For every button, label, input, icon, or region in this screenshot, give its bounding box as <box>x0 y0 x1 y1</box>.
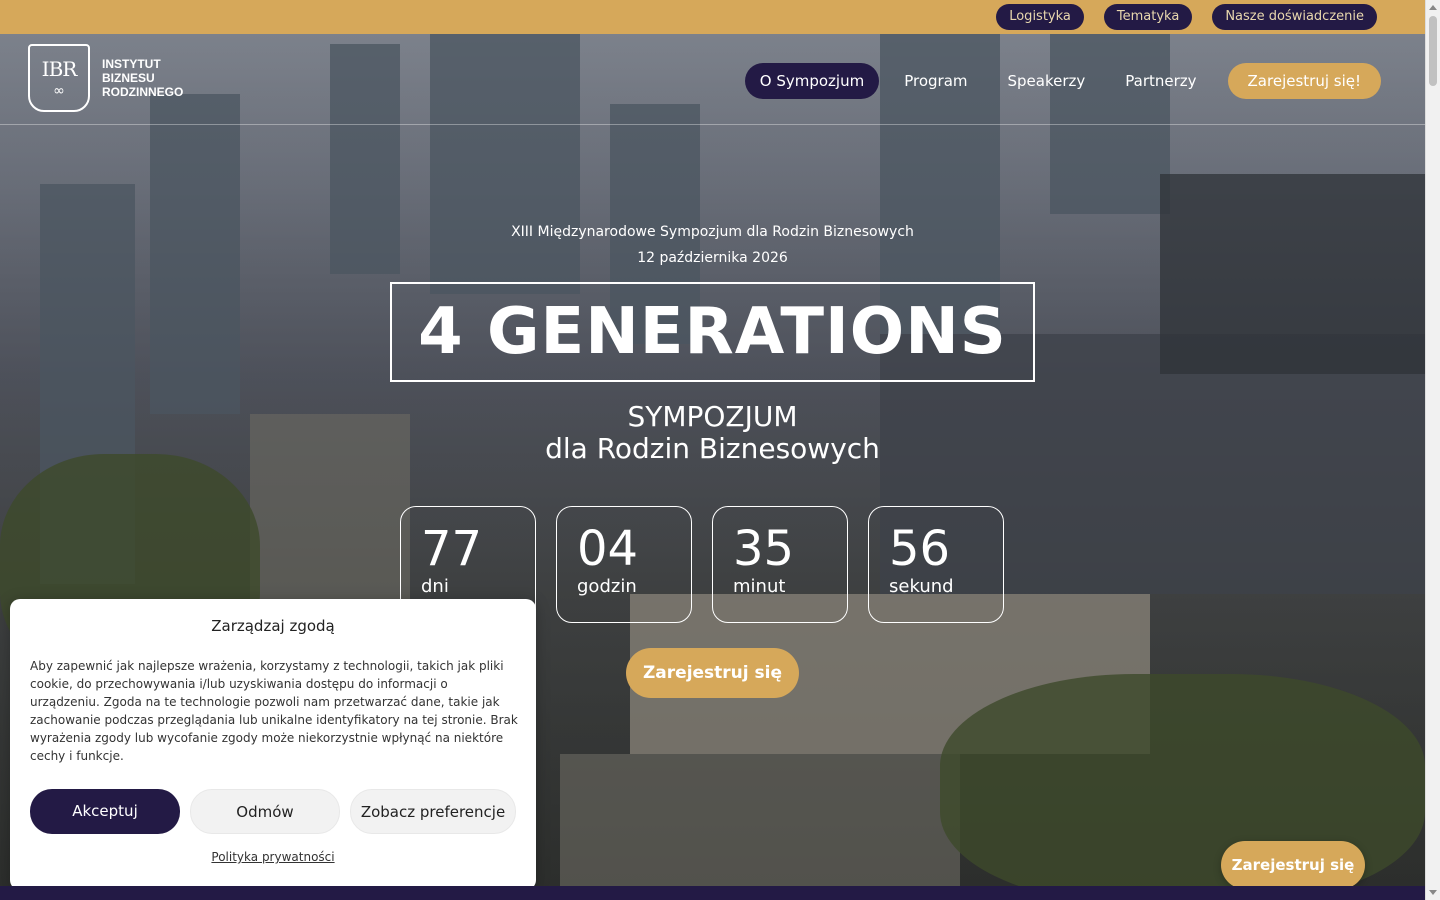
next-section-edge <box>0 886 1425 900</box>
countdown-hours: 04 godzin <box>556 506 692 623</box>
scroll-down-icon[interactable] <box>1429 890 1437 895</box>
countdown-label: minut <box>733 576 786 597</box>
accept-button[interactable]: Akceptuj <box>30 789 180 834</box>
logo-monogram: IBR <box>41 57 78 81</box>
cookie-consent-dialog: Zarządzaj zgodą Aby zapewnić jak najleps… <box>10 599 536 890</box>
shield-logo-icon: IBR ∞ <box>28 44 90 112</box>
nav-item-o-sympozjum[interactable]: O Sympozjum <box>744 63 880 99</box>
hero-line-2: dla Rodzin Biznesowych <box>545 432 880 465</box>
countdown-minutes: 35 minut <box>712 506 848 623</box>
background-building <box>1160 174 1425 374</box>
nav-item-partnerzy[interactable]: Partnerzy <box>1110 63 1211 99</box>
hero-register-button[interactable]: Zarejestruj się <box>626 648 799 698</box>
hero-title: 4 GENERATIONS <box>418 295 1007 369</box>
infinity-icon: ∞ <box>53 83 65 99</box>
background-road <box>560 754 960 886</box>
scroll-up-icon[interactable] <box>1429 5 1437 10</box>
top-utility-bar: Logistyka Tematyka Nasze doświadczenie <box>0 0 1425 34</box>
countdown-value: 56 <box>889 521 951 577</box>
nav-register-button[interactable]: Zarejestruj się! <box>1227 63 1381 99</box>
countdown-value: 77 <box>421 521 483 577</box>
countdown-value: 35 <box>733 521 795 577</box>
nav-item-program[interactable]: Program <box>889 63 982 99</box>
privacy-policy-link[interactable]: Polityka prywatności <box>30 850 516 864</box>
countdown-seconds: 56 sekund <box>868 506 1004 623</box>
hero-line-1: SYMPOZJUM <box>627 400 798 433</box>
page-scrollbar[interactable] <box>1425 0 1440 900</box>
hero-date: 12 października 2026 <box>637 250 788 266</box>
hero-subtitle: XIII Międzynarodowe Sympozjum dla Rodzin… <box>511 224 914 240</box>
logo-line-3: RODZINNEGO <box>102 85 184 99</box>
logo-text: INSTYTUT BIZNESU RODZINNEGO <box>102 57 183 99</box>
countdown-label: godzin <box>577 576 637 597</box>
logo[interactable]: IBR ∞ INSTYTUT BIZNESU RODZINNEGO <box>28 44 183 112</box>
deny-button[interactable]: Odmów <box>190 789 340 834</box>
consent-title: Zarządzaj zgodą <box>211 617 335 635</box>
countdown-label: dni <box>421 576 449 597</box>
consent-text: Aby zapewnić jak najlepsze wrażenia, kor… <box>30 659 518 763</box>
top-link-tematyka[interactable]: Tematyka <box>1103 4 1193 30</box>
countdown-label: sekund <box>889 576 954 597</box>
nav-item-speakerzy[interactable]: Speakerzy <box>993 63 1101 99</box>
main-nav: O Sympozjum Program Speakerzy Partnerzy … <box>744 63 1381 99</box>
countdown-value: 04 <box>577 521 639 577</box>
logo-line-1: INSTYTUT <box>102 57 161 71</box>
hero-title-frame: 4 GENERATIONS <box>390 282 1035 382</box>
logo-line-2: BIZNESU <box>102 71 155 85</box>
scroll-thumb[interactable] <box>1429 16 1437 86</box>
site-header: IBR ∞ INSTYTUT BIZNESU RODZINNEGO O Symp… <box>0 34 1425 125</box>
consent-buttons: Akceptuj Odmów Zobacz preferencje <box>30 789 516 834</box>
top-link-logistyka[interactable]: Logistyka <box>996 4 1084 30</box>
preferences-button[interactable]: Zobacz preferencje <box>350 789 516 834</box>
top-link-doswiadczenie[interactable]: Nasze doświadczenie <box>1212 4 1377 30</box>
floating-register-button[interactable]: Zarejestruj się <box>1221 841 1365 889</box>
